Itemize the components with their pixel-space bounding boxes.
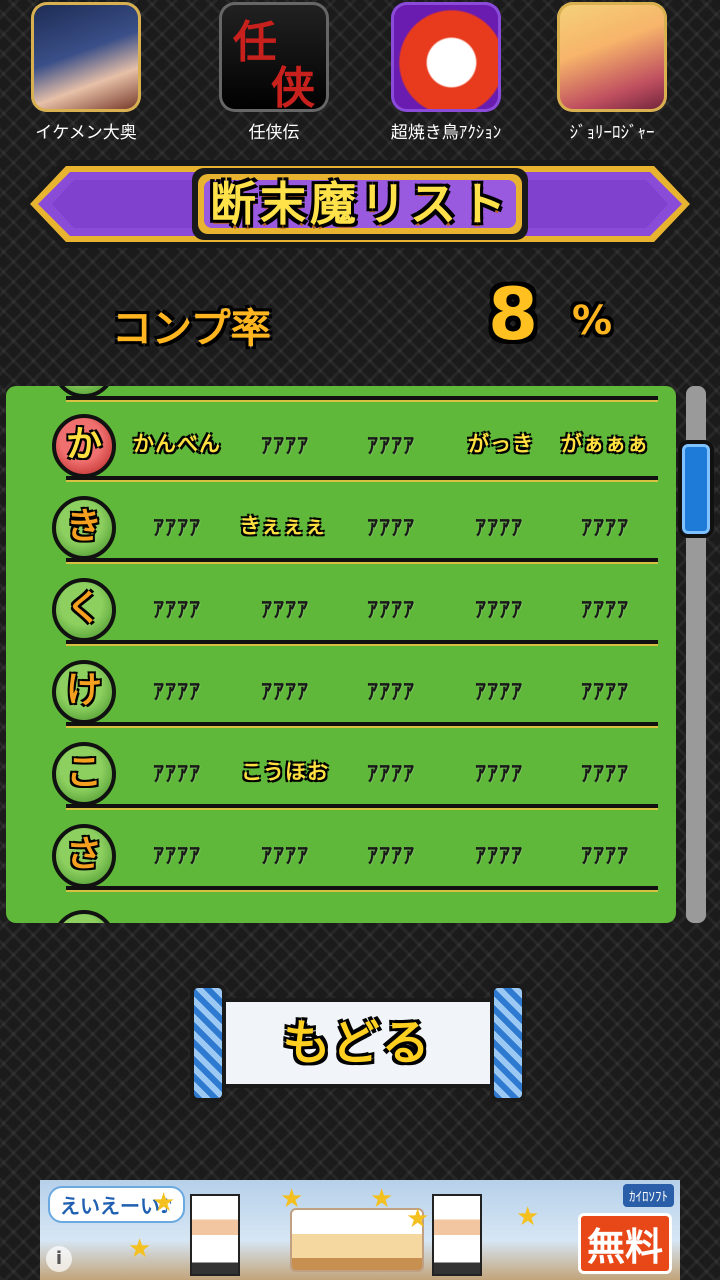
ninkyouden-app-icon[interactable]: 任 侠 <box>219 2 329 112</box>
ad-banner[interactable]: えいえーい♪ ｶｲﾛｿﾌﾄ ★ ★ ★ ★ ★ ★ i 無料 <box>40 1180 680 1280</box>
row-divider <box>66 722 658 728</box>
list-row-partial <box>6 386 676 408</box>
scream-list-panel[interactable]: か かんべん ｱｱｱｱ ｱｱｱｱ がっき がぁぁぁ き ｱｱｱｱ きぇぇぇ ｱｱ… <box>6 386 676 923</box>
title-banner: 断末魔リスト <box>22 158 698 250</box>
scream-cell[interactable]: ｱｱｱｱ <box>444 674 554 706</box>
kana-badge[interactable]: く <box>52 578 116 642</box>
row-divider <box>66 804 658 810</box>
scream-cell[interactable]: ｱｱｱｱ <box>550 838 660 870</box>
app-label: 任侠伝 <box>248 123 300 143</box>
scream-cell[interactable]: かんべん <box>122 428 232 458</box>
scream-cell[interactable]: きぇぇぇ <box>228 510 338 540</box>
app-label: 超焼き鳥ｱｸｼｮﾝ <box>390 123 502 143</box>
list-row-partial <box>6 902 676 923</box>
scream-cell[interactable]: ｱｱｱｱ <box>336 428 446 460</box>
list-row-ku: く ｱｱｱｱ ｱｱｱｱ ｱｱｱｱ ｱｱｱｱ ｱｱｱｱ <box>6 570 676 652</box>
chef-character-icon <box>432 1194 482 1276</box>
chef-character-icon <box>190 1194 240 1276</box>
app-tile-jolly-roger[interactable]: ｼﾞｮﾘｰﾛｼﾞｬｰ <box>542 0 682 143</box>
scream-cell[interactable]: ｱｱｱｱ <box>336 838 446 870</box>
scream-cell[interactable]: ｱｱｱｱ <box>336 592 446 624</box>
cake-icon <box>290 1208 424 1272</box>
scream-cell[interactable]: がっき <box>446 428 556 458</box>
kana-label: け <box>65 670 102 711</box>
scream-cell[interactable]: ｱｱｱｱ <box>230 838 340 870</box>
scream-cell[interactable]: ｱｱｱｱ <box>444 756 554 788</box>
kana-label: く <box>65 588 102 629</box>
kana-badge <box>52 910 116 923</box>
icon-art-kanji: 侠 <box>271 63 315 112</box>
scream-cell[interactable]: ｱｱｱｱ <box>550 510 660 542</box>
list-row-ko: こ ｱｱｱｱ こうほお ｱｱｱｱ ｱｱｱｱ ｱｱｱｱ <box>6 734 676 816</box>
kana-badge[interactable]: さ <box>52 824 116 888</box>
kana-label: こ <box>65 752 102 793</box>
kana-badge[interactable]: か <box>52 414 116 478</box>
scream-cell[interactable]: ｱｱｱｱ <box>230 674 340 706</box>
kana-badge[interactable]: き <box>52 496 116 560</box>
star-icon: ★ <box>370 1184 394 1214</box>
star-icon: ★ <box>128 1234 152 1264</box>
ad-info-icon[interactable]: i <box>46 1246 72 1272</box>
scream-cell[interactable]: ｱｱｱｱ <box>444 838 554 870</box>
kana-label: さ <box>65 834 102 875</box>
jolly-roger-app-icon[interactable] <box>557 2 667 112</box>
scream-cell[interactable]: こうほお <box>230 756 340 786</box>
app-label: ｼﾞｮﾘｰﾛｼﾞｬｰ <box>569 123 655 143</box>
app-tile-ikemen-ooku[interactable]: イケメン大奥 <box>16 0 156 143</box>
list-row-ki: き ｱｱｱｱ きぇぇぇ ｱｱｱｱ ｱｱｱｱ ｱｱｱｱ <box>6 488 676 570</box>
scream-cell[interactable]: ｱｱｱｱ <box>336 510 446 542</box>
list-row-sa: さ ｱｱｱｱ ｱｱｱｱ ｱｱｱｱ ｱｱｱｱ ｱｱｱｱ <box>6 816 676 898</box>
completion-label: コンプ率 <box>112 306 271 352</box>
list-row-ka: か かんべん ｱｱｱｱ ｱｱｱｱ がっき がぁぁぁ <box>6 406 676 488</box>
app-promo-row: イケメン大奥 任 侠 任侠伝 超焼き鳥ｱｸｼｮﾝ ｼﾞｮﾘｰﾛｼﾞｬｰ <box>0 0 720 148</box>
scream-cell[interactable]: ｱｱｱｱ <box>336 756 446 788</box>
scream-cell[interactable]: ｱｱｱｱ <box>122 838 232 870</box>
completion-unit: % <box>572 298 613 344</box>
scream-cell[interactable]: ｱｱｱｱ <box>444 592 554 624</box>
star-icon: ★ <box>152 1188 176 1218</box>
scrollbar-thumb[interactable] <box>678 440 714 538</box>
scream-cell[interactable]: ｱｱｱｱ <box>122 674 232 706</box>
page-title: 断末魔リスト <box>210 177 510 231</box>
scream-cell[interactable]: がぁぁぁ <box>550 428 660 458</box>
back-button-label: もどる <box>282 1015 432 1071</box>
back-button[interactable]: もどる <box>186 984 530 1102</box>
ad-brand-badge: ｶｲﾛｿﾌﾄ <box>623 1184 674 1207</box>
scream-cell[interactable]: ｱｱｱｱ <box>550 674 660 706</box>
list-row-ke: け ｱｱｱｱ ｱｱｱｱ ｱｱｱｱ ｱｱｱｱ ｱｱｱｱ <box>6 652 676 734</box>
app-tile-ninkyouden[interactable]: 任 侠 任侠伝 <box>204 0 344 143</box>
scream-cell[interactable]: ｱｱｱｱ <box>336 674 446 706</box>
completion-value: 8 <box>488 272 539 356</box>
row-divider <box>66 886 658 892</box>
app-label: イケメン大奥 <box>35 123 137 143</box>
kana-label: か <box>65 424 102 465</box>
yakitori-action-app-icon[interactable] <box>391 2 501 112</box>
kana-label: き <box>65 506 102 547</box>
scream-cell[interactable]: ｱｱｱｱ <box>230 428 340 460</box>
kana-badge[interactable]: け <box>52 660 116 724</box>
kana-badge[interactable]: こ <box>52 742 116 806</box>
star-icon: ★ <box>280 1184 304 1214</box>
star-icon: ★ <box>516 1202 540 1232</box>
scream-cell[interactable]: ｱｱｱｱ <box>122 756 232 788</box>
scream-cell[interactable]: ｱｱｱｱ <box>444 510 554 542</box>
row-divider <box>66 476 658 482</box>
ikemen-ooku-app-icon[interactable] <box>31 2 141 112</box>
app-tile-yakitori[interactable]: 超焼き鳥ｱｸｼｮﾝ <box>376 0 516 143</box>
scream-cell[interactable]: ｱｱｱｱ <box>230 592 340 624</box>
row-divider <box>66 558 658 564</box>
star-icon: ★ <box>406 1204 430 1234</box>
row-divider <box>66 640 658 646</box>
scream-cell[interactable]: ｱｱｱｱ <box>122 592 232 624</box>
scream-cell[interactable]: ｱｱｱｱ <box>122 510 232 542</box>
scream-cell[interactable]: ｱｱｱｱ <box>550 592 660 624</box>
scream-cell[interactable]: ｱｱｱｱ <box>550 756 660 788</box>
row-divider <box>66 396 658 402</box>
ad-free-label: 無料 <box>577 1213 672 1274</box>
